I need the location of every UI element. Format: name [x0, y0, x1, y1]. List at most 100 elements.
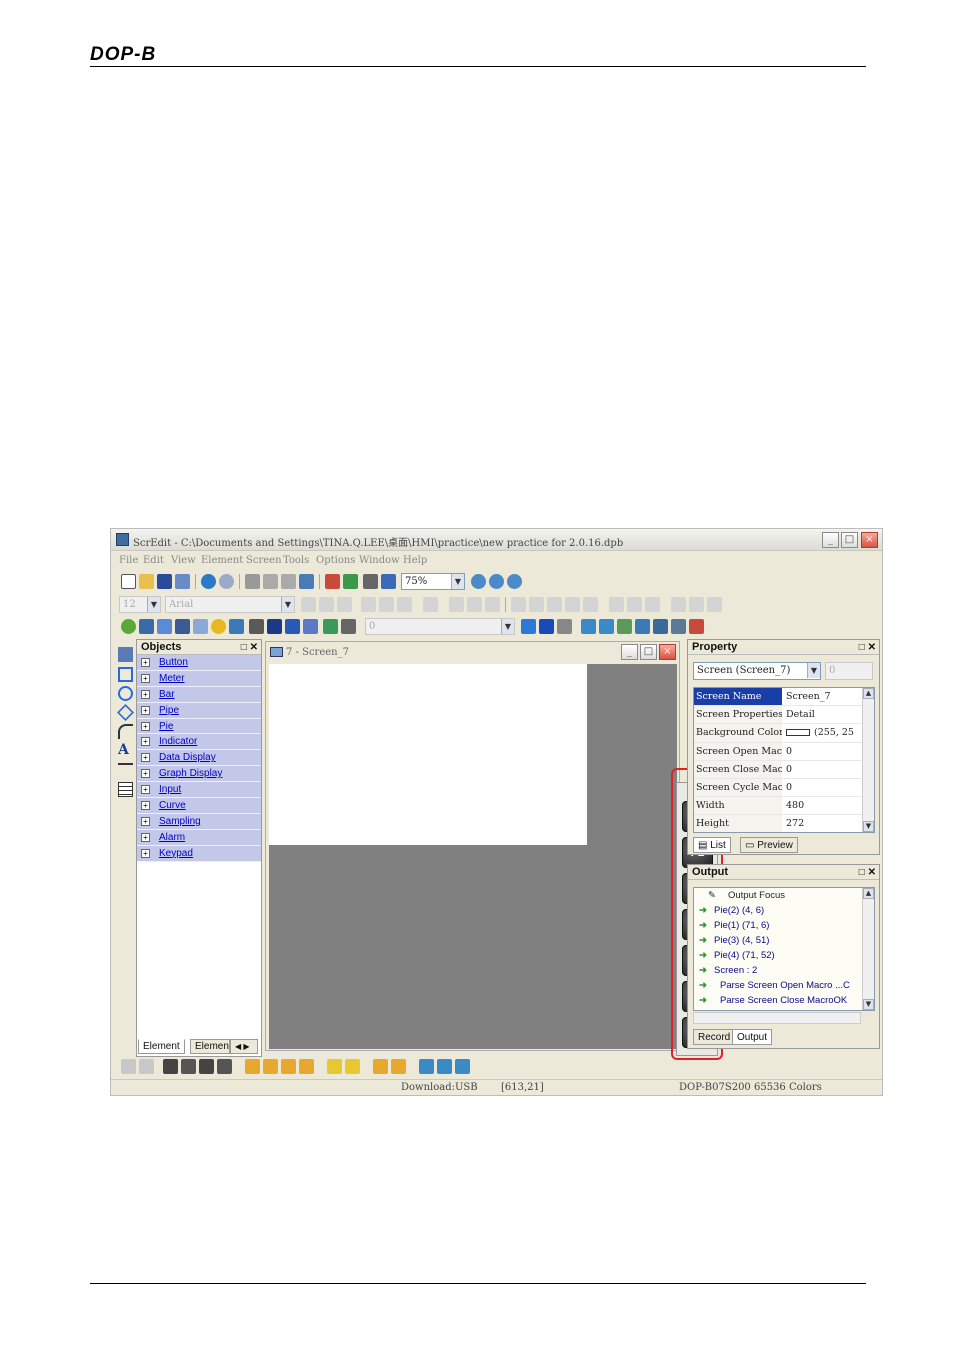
chevron-down-icon[interactable]: ▼ — [807, 663, 820, 678]
chevron-down-icon[interactable]: ▼ — [281, 597, 294, 612]
layer-front-icon[interactable] — [163, 1059, 178, 1074]
screen-open-icon[interactable] — [521, 619, 536, 634]
property-row[interactable]: Screen Cycle Macro0 — [694, 778, 874, 798]
bold-icon[interactable] — [449, 597, 464, 612]
pipe-element-icon[interactable] — [175, 619, 190, 634]
menu-options[interactable]: Options — [316, 555, 355, 566]
property-row[interactable]: Width 480 — [694, 797, 874, 816]
list-item[interactable]: ➜ Pie(4) (71, 52) — [694, 948, 874, 963]
menu-edit[interactable]: Edit — [143, 555, 164, 566]
print-icon[interactable] — [363, 574, 378, 589]
output-focus-header[interactable]: ✎ Output Focus — [694, 888, 874, 903]
property-number-field[interactable]: 0 — [825, 662, 873, 680]
tab-output[interactable]: Output — [732, 1029, 773, 1045]
pencil-icon[interactable] — [118, 647, 133, 662]
scroll-up-icon[interactable]: ▲ — [863, 888, 874, 899]
tab-element-2[interactable]: Elemen — [190, 1039, 230, 1054]
screen-canvas-area[interactable] — [269, 664, 677, 1049]
line-tool-icon[interactable] — [511, 597, 526, 612]
expand-icon[interactable]: + — [141, 689, 150, 699]
menu-view[interactable]: View — [171, 555, 196, 566]
same-width-icon[interactable] — [627, 597, 642, 612]
object-item-curve[interactable]: + Curve — [137, 798, 261, 814]
download-icon[interactable] — [325, 574, 340, 589]
panel-close-icon[interactable]: □ ✕ — [859, 865, 876, 880]
find-icon[interactable] — [299, 574, 314, 589]
space-horizontal-icon[interactable] — [327, 1059, 342, 1074]
tab-record[interactable]: Record — [693, 1029, 736, 1045]
align-middle-icon[interactable] — [379, 597, 394, 612]
object-item-pipe[interactable]: + Pipe — [137, 702, 261, 719]
text-grow-icon[interactable] — [301, 597, 316, 612]
layer-backward-icon[interactable] — [217, 1059, 232, 1074]
screen-close-button[interactable]: × — [659, 644, 676, 660]
expand-icon[interactable]: + — [141, 753, 150, 763]
zoom-fit-icon[interactable] — [507, 574, 522, 589]
expand-icon[interactable]: + — [141, 721, 150, 731]
menu-screen[interactable]: Screen — [246, 555, 282, 566]
expand-icon[interactable]: + — [141, 769, 150, 779]
scroll-down-icon[interactable]: ▼ — [863, 999, 874, 1010]
property-row[interactable]: Height 272 — [694, 815, 874, 832]
font-name-combo[interactable]: Arial ▼ — [165, 596, 295, 613]
screen-compile-icon[interactable] — [671, 619, 686, 634]
expand-icon[interactable]: + — [141, 737, 150, 747]
paste-icon[interactable] — [281, 574, 296, 589]
send-back-icon[interactable] — [689, 597, 704, 612]
expand-icon[interactable]: + — [141, 705, 150, 715]
chevron-down-icon[interactable]: ▼ — [147, 597, 160, 612]
arc-icon[interactable] — [118, 724, 133, 739]
distribute-icon[interactable] — [609, 597, 624, 612]
layer-forward-icon[interactable] — [199, 1059, 214, 1074]
size-width-icon[interactable] — [373, 1059, 388, 1074]
font-size-combo[interactable]: 12 ▼ — [119, 596, 161, 613]
expand-icon[interactable]: + — [141, 785, 150, 795]
layer-back-icon[interactable] — [181, 1059, 196, 1074]
object-item-input[interactable]: + Input — [137, 782, 261, 799]
output-scrollbar[interactable]: ▲ ▼ — [862, 888, 874, 1010]
output-hscrollbar[interactable] — [693, 1012, 861, 1024]
text-style-icon[interactable] — [337, 597, 352, 612]
pie-element-icon[interactable] — [193, 619, 208, 634]
redo-icon[interactable] — [219, 574, 234, 589]
maximize-button[interactable]: □ — [841, 532, 858, 548]
text-shrink-icon[interactable] — [319, 597, 334, 612]
expand-icon[interactable]: + — [141, 832, 150, 842]
center-horizontal-icon[interactable] — [419, 1059, 434, 1074]
screen-list-icon[interactable] — [617, 619, 632, 634]
list-item[interactable]: ➜ Pie(1) (71, 6) — [694, 918, 874, 933]
table-icon[interactable] — [118, 782, 133, 797]
expand-icon[interactable]: + — [141, 673, 150, 683]
tab-preview[interactable]: ▭ Preview — [740, 837, 798, 853]
object-item-alarm[interactable]: + Alarm — [137, 829, 261, 846]
screen-canvas[interactable] — [269, 664, 587, 845]
align-objects-top-icon[interactable] — [299, 1059, 314, 1074]
alarm-element-icon[interactable] — [323, 619, 338, 634]
same-height-icon[interactable] — [645, 597, 660, 612]
scroll-down-icon[interactable]: ▼ — [863, 821, 874, 832]
object-item-pie[interactable]: + Pie — [137, 718, 261, 735]
keypad-element-icon[interactable] — [341, 619, 356, 634]
polygon-icon[interactable] — [117, 704, 134, 721]
italic-icon[interactable] — [467, 597, 482, 612]
group-icon[interactable] — [529, 597, 544, 612]
property-row[interactable]: Background Color (255, 25 — [694, 724, 874, 743]
property-row[interactable]: Screen Properties Detail — [694, 706, 874, 725]
screen-import-icon[interactable] — [653, 619, 668, 634]
underline-icon[interactable] — [485, 597, 500, 612]
align-objects-center-icon[interactable] — [263, 1059, 278, 1074]
new-file-icon[interactable] — [121, 574, 136, 589]
property-row[interactable]: Screen Name Screen_7 — [694, 688, 874, 707]
rectangle-icon[interactable] — [118, 667, 133, 682]
menu-help[interactable]: Help — [403, 555, 427, 566]
object-item-bar[interactable]: + Bar — [137, 686, 261, 703]
align-objects-right-icon[interactable] — [281, 1059, 296, 1074]
screen-info-icon[interactable] — [539, 619, 554, 634]
align-objects-left-icon[interactable] — [245, 1059, 260, 1074]
chevron-down-icon[interactable]: ▼ — [451, 574, 464, 589]
list-item[interactable]: ➜ Screen : 2 — [694, 963, 874, 978]
open-folder-icon[interactable] — [139, 574, 154, 589]
scale-icon[interactable] — [118, 763, 133, 778]
group-objects-icon[interactable] — [121, 1059, 136, 1074]
chevron-down-icon[interactable]: ▼ — [501, 619, 514, 634]
